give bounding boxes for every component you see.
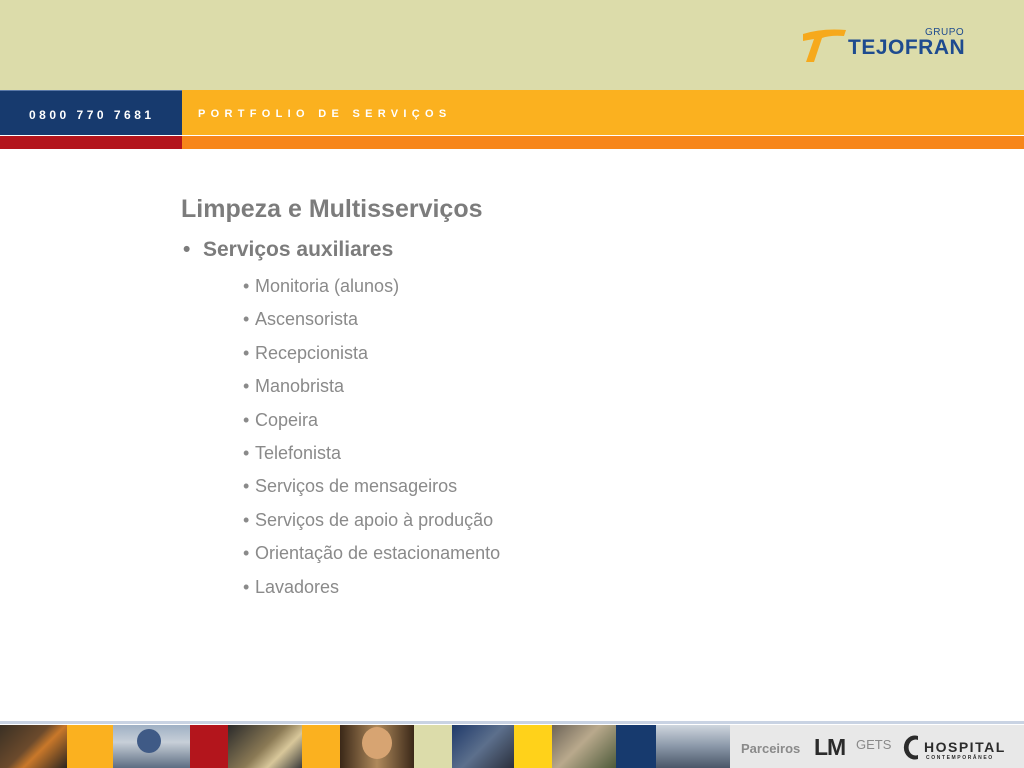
list-item: • Copeira <box>243 409 319 430</box>
service-list: • Monitoria (alunos) • Ascensorista • Recep… <box>243 276 500 610</box>
footer-divider <box>0 721 1024 724</box>
list-item-label: Monitoria (alunos) <box>255 276 400 296</box>
worker-photo-facility <box>656 725 730 768</box>
list-item: • Manobrista <box>243 376 345 397</box>
list-item-label: Manobrista <box>255 376 345 397</box>
list-item-label: Copeira <box>255 409 319 430</box>
section-title: PORTFOLIO DE SERVIÇOS <box>198 108 452 120</box>
orange-stripe <box>182 136 1024 149</box>
worker-photo-portrait <box>340 725 414 768</box>
lm-logo: LM <box>814 734 846 760</box>
hospital-logo: HOSPITAL <box>924 739 1006 755</box>
page-title: Limpeza e Multisserviços <box>181 195 483 223</box>
list-item: • Orientação de estacionamento <box>243 543 501 564</box>
phone-number: 0800 770 7681 <box>29 108 155 122</box>
section-heading-label: Serviços auxiliares <box>203 238 394 261</box>
partners-panel: Parceiros LM GETS HOSPITAL CONTEMPORÂNEO <box>730 725 1024 768</box>
list-item-label: Serviços de apoio à produção <box>255 509 494 530</box>
list-item: • Lavadores <box>243 576 340 597</box>
list-item-label: Lavadores <box>255 576 340 597</box>
color-tile-yellow <box>514 725 552 768</box>
worker-photo-helmet <box>113 725 190 768</box>
list-item-label: Telefonista <box>255 442 342 463</box>
list-item: • Serviços de mensageiros <box>243 476 458 497</box>
color-tile-red <box>190 725 228 768</box>
tejofran-logo: GRUPO TEJOFRAN <box>800 26 965 66</box>
list-item: • Ascensorista <box>243 309 359 330</box>
stripe-divider <box>0 135 1024 136</box>
list-item-label: Serviços de mensageiros <box>255 476 458 497</box>
color-tile-navy <box>616 725 656 768</box>
list-item-label: Recepcionista <box>255 342 369 363</box>
hospital-mark-icon <box>903 735 918 760</box>
list-item: • Recepcionista <box>243 342 369 363</box>
list-item-label: Ascensorista <box>255 309 359 330</box>
color-tile-amber-2 <box>302 725 340 768</box>
worker-photo-welding <box>0 725 67 768</box>
list-item: • Monitoria (alunos) <box>243 276 400 296</box>
partners-label: Parceiros <box>741 741 801 756</box>
phone-bar: 0800 770 7681 <box>0 90 182 136</box>
tejofran-logo-mark-icon <box>803 29 846 62</box>
worker-photo-machine <box>228 725 302 768</box>
color-tile-amber <box>67 725 113 768</box>
section-bullet: • <box>183 238 191 261</box>
list-item-label: Orientação de estacionamento <box>255 543 501 564</box>
person-silhouette <box>137 729 161 753</box>
gets-logo: GETS <box>856 737 892 752</box>
section-title-bar: PORTFOLIO DE SERVIÇOS <box>182 90 1024 136</box>
section-heading: • Serviços auxiliares <box>183 238 393 262</box>
list-item: • Telefonista <box>243 442 342 463</box>
color-tile-beige <box>414 725 452 768</box>
list-item: • Serviços de apoio à produção <box>243 509 494 530</box>
red-stripe <box>0 136 182 149</box>
worker-photo-workshop <box>452 725 514 768</box>
worker-photo-technician <box>552 725 616 768</box>
hospital-logo-subtitle: CONTEMPORÂNEO <box>926 755 994 761</box>
logo-name-text: TEJOFRAN <box>848 36 966 59</box>
person-face <box>362 727 392 759</box>
